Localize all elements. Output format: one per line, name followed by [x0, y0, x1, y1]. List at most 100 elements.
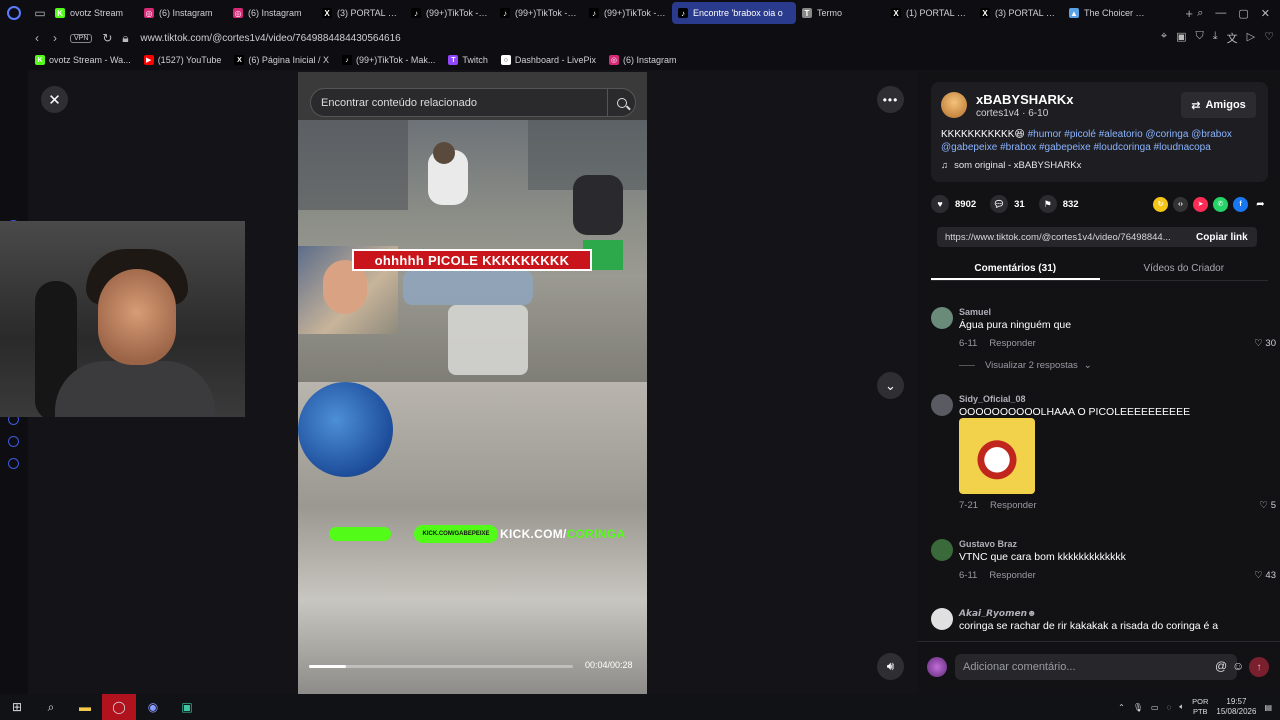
whatsapp-icon[interactable]: ✆: [1213, 196, 1228, 212]
opera-logo-icon[interactable]: [7, 6, 21, 20]
comment-count: 31: [1014, 198, 1025, 210]
close-window-icon[interactable]: ✕: [1261, 7, 1270, 20]
friends-button[interactable]: ⇄ Amigos: [1181, 92, 1256, 118]
comment-avatar[interactable]: [931, 539, 953, 561]
browser-tab[interactable]: X (1) PORTAL INSI: [885, 2, 974, 24]
bookmark-item[interactable]: X (6) Página Inicial / X: [234, 55, 329, 65]
browser-tab[interactable]: ♪ (99+)TikTok - M: [494, 2, 583, 24]
share-arrow-icon[interactable]: ➦: [1253, 197, 1268, 212]
tab-list-icon[interactable]: ▭: [31, 6, 49, 20]
reply-button[interactable]: Responder: [990, 500, 1036, 511]
minimize-icon[interactable]: —: [1215, 7, 1226, 20]
new-tab-button[interactable]: +: [1181, 6, 1197, 21]
search-icon[interactable]: ⌕: [34, 694, 68, 720]
browser-tab[interactable]: ◎ (6) Instagram: [227, 2, 316, 24]
bookmark-item[interactable]: ○ Dashboard - LivePix: [500, 55, 596, 65]
maximize-icon[interactable]: ▢: [1238, 7, 1248, 20]
bookmark-item[interactable]: ▶ (1527) YouTube: [143, 55, 221, 65]
comment-stat[interactable]: 💬︎ 31: [990, 195, 1025, 213]
browser-tab[interactable]: ♪ Encontre 'brabox oia o: [672, 2, 796, 24]
reload-icon[interactable]: ↻: [98, 31, 116, 45]
sidebar-extensions-icon[interactable]: [8, 436, 19, 447]
comment-avatar[interactable]: [931, 394, 953, 416]
comment-like[interactable]: ♡ 43: [1254, 570, 1276, 581]
comment-like[interactable]: ♡ 5: [1260, 500, 1276, 511]
mention-icon[interactable]: @: [1215, 659, 1227, 673]
comment-username[interactable]: Sidy_Oficial_08: [959, 394, 1026, 404]
sidebar-settings-icon[interactable]: [8, 458, 19, 469]
embed-icon[interactable]: ‹›: [1173, 196, 1188, 212]
search-tabs-icon[interactable]: ⌕: [1197, 7, 1203, 20]
reply-button[interactable]: Responder: [989, 338, 1035, 349]
my-avatar[interactable]: [927, 657, 947, 677]
comment-avatar[interactable]: [931, 608, 953, 630]
tab-comments[interactable]: Comentários (31): [931, 257, 1100, 280]
video-frame[interactable]: [298, 72, 647, 694]
forward-icon[interactable]: ›: [46, 31, 64, 45]
language-indicator[interactable]: POR PTB: [1192, 697, 1208, 717]
volume-button[interactable]: 🔊︎: [877, 653, 904, 680]
comment-input[interactable]: [955, 654, 1237, 680]
share-repost-icon[interactable]: ↻: [1153, 196, 1168, 212]
url-text[interactable]: www.tiktok.com/@cortes1v4/video/76498844…: [140, 33, 1161, 44]
speaker-icon[interactable]: 🔈︎: [1179, 702, 1184, 712]
start-icon[interactable]: ⊞: [0, 694, 34, 720]
notifications-icon[interactable]: ▤: [1264, 703, 1272, 712]
chevron-up-icon[interactable]: ⌃: [1118, 703, 1125, 712]
tab-creator-videos[interactable]: Vídeos do Criador: [1100, 257, 1269, 280]
view-replies-button[interactable]: Visualizar 2 respostas ⌄: [959, 360, 1092, 371]
bookmark-item[interactable]: ◎ (6) Instagram: [608, 55, 677, 65]
pin-icon[interactable]: ⌖: [1161, 30, 1167, 46]
file-explorer-icon[interactable]: ▬: [68, 694, 102, 720]
clock[interactable]: 19:57 15/08/2026: [1216, 697, 1256, 717]
bookmark-item[interactable]: Kovotz Stream - Wa...: [35, 55, 131, 65]
browser-tab[interactable]: ◎ (6) Instagram: [138, 2, 227, 24]
bookmark-item[interactable]: T Twitch: [448, 55, 488, 65]
browser-tab[interactable]: T Termo: [796, 2, 885, 24]
browser-tab[interactable]: ♪ (99+)TikTok - M: [583, 2, 672, 24]
download-icon[interactable]: ⤓: [1213, 30, 1218, 46]
sound-row[interactable]: ♫ som original - xBABYSHARKx: [941, 160, 1081, 171]
back-icon[interactable]: ‹: [28, 31, 46, 45]
author-name[interactable]: xBABYSHARKx: [976, 92, 1074, 107]
more-options-button[interactable]: •••: [877, 86, 904, 113]
video-progress-bar[interactable]: [309, 665, 573, 668]
related-search-bar[interactable]: Encontrar conteúdo relacionado: [310, 88, 636, 117]
snapshot-icon[interactable]: ▣: [1176, 30, 1186, 46]
send-icon[interactable]: ➤: [1193, 196, 1208, 212]
player-icon[interactable]: ▷: [1247, 30, 1255, 46]
comment-username[interactable]: 𝘼𝙠𝙖𝙞_𝙍𝙮𝙤𝙢𝙚𝙣☻: [959, 608, 1036, 619]
bookmark-item[interactable]: ♪ (99+)TikTok - Mak...: [341, 55, 435, 65]
obs-icon[interactable]: ▣: [170, 694, 204, 720]
translate-icon[interactable]: 文: [1227, 30, 1238, 46]
search-icon[interactable]: [607, 88, 635, 117]
discord-icon[interactable]: ◉: [136, 694, 170, 720]
next-video-button[interactable]: ⌄: [877, 372, 904, 399]
browser-tab[interactable]: ♪ (99+)TikTok - M: [405, 2, 494, 24]
save-stat[interactable]: ⚑ 832: [1038, 195, 1079, 213]
comment-like[interactable]: ♡ 30: [1254, 338, 1276, 349]
browser-tab[interactable]: Kovotz Stream: [49, 2, 138, 24]
emoji-icon[interactable]: ☺: [1232, 659, 1244, 673]
close-player-button[interactable]: ✕: [41, 86, 68, 113]
like-stat[interactable]: ♥ 8902: [931, 195, 976, 213]
author-avatar[interactable]: [941, 92, 967, 118]
post-comment-button[interactable]: ↑: [1249, 657, 1269, 677]
reply-button[interactable]: Responder: [989, 570, 1035, 581]
browser-tab[interactable]: X (3) PORTAL INSI: [974, 2, 1063, 24]
browser-tab[interactable]: ▲ The Choicer Voic: [1063, 2, 1152, 24]
bookmark-heart-icon[interactable]: ♡: [1264, 30, 1274, 46]
comment-avatar[interactable]: [931, 307, 953, 329]
browser-tab[interactable]: X (3) PORTAL INSI: [316, 2, 405, 24]
opera-gx-icon[interactable]: ◯: [102, 694, 136, 720]
network-icon[interactable]: ▭: [1151, 703, 1159, 712]
comment-username[interactable]: Gustavo Braz: [959, 539, 1017, 549]
copy-link-button[interactable]: Copiar link: [1196, 227, 1248, 247]
facebook-icon[interactable]: f: [1233, 196, 1248, 212]
comment-sticker-image[interactable]: [959, 418, 1035, 494]
wifi-icon[interactable]: ◌: [1167, 703, 1172, 712]
comment-username[interactable]: Samuel: [959, 307, 991, 317]
adblock-shield-icon[interactable]: ⛉: [1196, 30, 1204, 46]
mic-icon[interactable]: 🎙︎: [1133, 703, 1143, 712]
vpn-badge[interactable]: VPN: [70, 33, 93, 43]
